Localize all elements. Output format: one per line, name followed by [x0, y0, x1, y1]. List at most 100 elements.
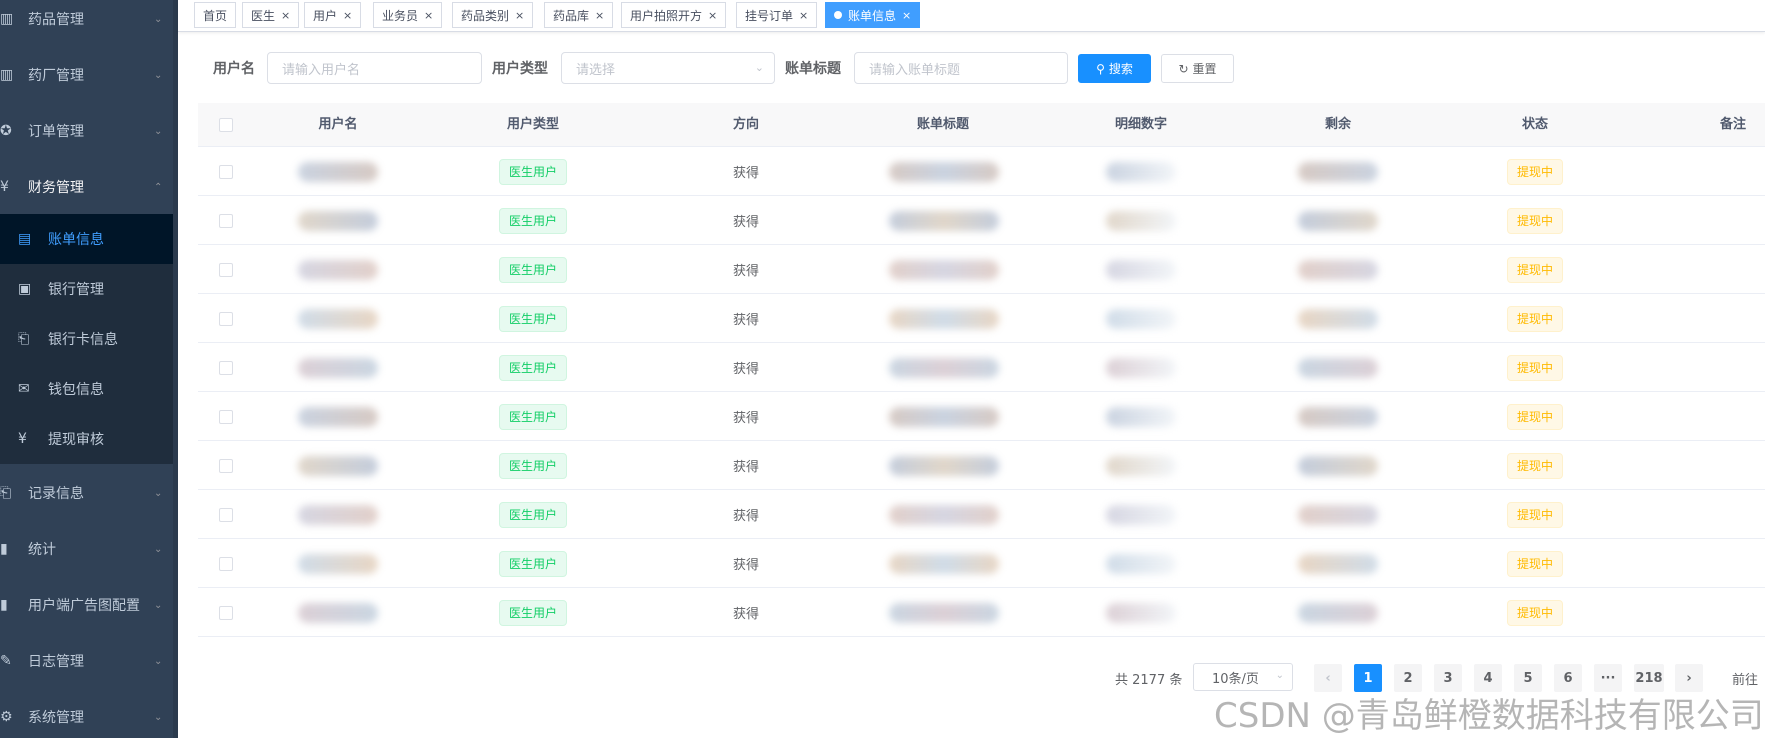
- bill-title-cell: [884, 588, 1004, 637]
- usertype-badge: 医生用户: [498, 403, 567, 430]
- search-button[interactable]: ⚲ 搜索: [1078, 54, 1151, 83]
- redacted-username: [298, 210, 378, 231]
- table-row[interactable]: 医生用户 获得 提现中: [198, 343, 1765, 392]
- usertype-placeholder: 请选择: [576, 62, 616, 78]
- menu-label: 记录信息: [28, 486, 84, 502]
- tag-home[interactable]: 首页: [194, 2, 237, 28]
- redacted-bill-title: [889, 308, 999, 329]
- submenu-wallet-info[interactable]: ✉ 钱包信息: [0, 364, 178, 414]
- username-input[interactable]: 请输入用户名: [267, 52, 482, 84]
- menu-finance-management[interactable]: ¥ 财务管理 ⌃: [0, 159, 178, 215]
- remaining-cell: [1298, 490, 1378, 539]
- menu-ad-config[interactable]: ▮ 用户端广告图配置 ⌄: [0, 577, 178, 633]
- reset-button[interactable]: ↻ 重置: [1161, 54, 1234, 83]
- close-icon[interactable]: ×: [902, 9, 911, 22]
- table-row[interactable]: 医生用户 获得 提现中: [198, 294, 1765, 343]
- redacted-remaining: [1298, 602, 1378, 623]
- menu-log-management[interactable]: ✎ 日志管理 ⌄: [0, 633, 178, 689]
- close-icon[interactable]: ×: [424, 9, 433, 22]
- bill-title-input[interactable]: 请输入账单标题: [854, 52, 1068, 84]
- direction-cell: 获得: [732, 607, 759, 622]
- row-checkbox[interactable]: [219, 605, 233, 620]
- submenu-bank-management[interactable]: ▣ 银行管理: [0, 264, 178, 314]
- remark-cell: [1668, 539, 1765, 588]
- table-row[interactable]: 医生用户 获得 提现中: [198, 245, 1765, 294]
- status-cell: 提现中: [1470, 196, 1600, 245]
- row-checkbox-cell: [198, 588, 254, 637]
- tag-registration-order[interactable]: 挂号订单 ×: [736, 2, 818, 28]
- settings-icon: ⚙: [0, 709, 13, 725]
- status-cell: 提现中: [1470, 490, 1600, 539]
- bill-title-cell: [884, 245, 1004, 294]
- select-all-checkbox[interactable]: [219, 118, 233, 132]
- submenu-bank-card-info[interactable]: ⎗ 银行卡信息: [0, 314, 178, 364]
- usertype-badge: 医生用户: [498, 305, 567, 332]
- tags-view: 首页 医生 × 用户 × 业务员 × 药品类别 × 药品库 × 用户拍照开方 ×…: [178, 0, 1765, 32]
- username-cell: [298, 343, 378, 392]
- menu-drug-management[interactable]: ▥ 药品管理 ⌄: [0, 0, 178, 47]
- status-cell: 提现中: [1470, 441, 1600, 490]
- remark-cell: [1668, 196, 1765, 245]
- remaining-cell: [1298, 294, 1378, 343]
- close-icon[interactable]: ×: [799, 9, 808, 22]
- tag-doctor[interactable]: 医生 ×: [242, 2, 300, 28]
- table-row[interactable]: 医生用户 获得 提现中: [198, 441, 1765, 490]
- usertype-cell: 医生用户: [468, 147, 598, 196]
- redacted-remaining: [1298, 210, 1378, 231]
- username-cell: [298, 294, 378, 343]
- tag-user[interactable]: 用户 ×: [304, 2, 362, 28]
- username-cell: [298, 245, 378, 294]
- bill-title-cell: [884, 343, 1004, 392]
- submenu-bill-info[interactable]: ▤ 账单信息: [0, 214, 178, 264]
- row-checkbox[interactable]: [219, 360, 233, 375]
- chevron-down-icon: ⌄: [754, 61, 764, 74]
- row-checkbox[interactable]: [219, 311, 233, 326]
- table-row[interactable]: 医生用户 获得 提现中: [198, 588, 1765, 637]
- close-icon[interactable]: ×: [708, 9, 717, 22]
- bill-icon: ▤: [18, 231, 32, 247]
- menu-order-management[interactable]: ✪ 订单管理 ⌄: [0, 103, 178, 159]
- page-size-select[interactable]: 10条/页 ⌄: [1193, 663, 1293, 691]
- status-badge: 提现中: [1506, 256, 1563, 283]
- table-row[interactable]: 医生用户 获得 提现中: [198, 539, 1765, 588]
- submenu-withdraw-review[interactable]: ¥ 提现审核: [0, 414, 178, 464]
- row-checkbox-cell: [198, 147, 254, 196]
- row-checkbox[interactable]: [219, 213, 233, 228]
- row-checkbox[interactable]: [219, 262, 233, 277]
- redacted-bill-title: [889, 602, 999, 623]
- menu-record-info[interactable]: ⎗ 记录信息 ⌄: [0, 465, 178, 521]
- close-icon[interactable]: ×: [281, 9, 290, 22]
- status-badge: 提现中: [1506, 403, 1563, 430]
- menu-factory-management[interactable]: ▥ 药厂管理 ⌄: [0, 47, 178, 103]
- row-checkbox[interactable]: [219, 164, 233, 179]
- sidebar-scrollbar[interactable]: [173, 0, 178, 738]
- table-row[interactable]: 医生用户 获得 提现中: [198, 392, 1765, 441]
- row-checkbox[interactable]: [219, 556, 233, 571]
- row-checkbox[interactable]: [219, 409, 233, 424]
- col-bill-title: 账单标题: [916, 117, 969, 132]
- redacted-bill-title: [889, 504, 999, 525]
- tag-drug-category[interactable]: 药品类别 ×: [452, 2, 534, 28]
- tag-salesman[interactable]: 业务员 ×: [373, 2, 443, 28]
- tag-photo-prescription[interactable]: 用户拍照开方 ×: [621, 2, 727, 28]
- menu-statistics[interactable]: ▮ 统计 ⌄: [0, 521, 178, 577]
- header-checkbox-cell: [198, 103, 254, 147]
- close-icon[interactable]: ×: [515, 9, 524, 22]
- close-icon[interactable]: ×: [343, 9, 352, 22]
- row-checkbox[interactable]: [219, 458, 233, 473]
- row-checkbox[interactable]: [219, 507, 233, 522]
- redacted-detail-amount: [1106, 161, 1176, 182]
- redacted-bill-title: [889, 210, 999, 231]
- remark-cell: [1668, 588, 1765, 637]
- menu-system-management[interactable]: ⚙ 系统管理 ⌄: [0, 689, 178, 738]
- usertype-select[interactable]: 请选择 ⌄: [561, 52, 775, 84]
- table-row[interactable]: 医生用户 获得 提现中: [198, 196, 1765, 245]
- close-icon[interactable]: ×: [595, 9, 604, 22]
- username-cell: [298, 490, 378, 539]
- tag-bill-info[interactable]: 账单信息 ×: [825, 2, 921, 28]
- menu-label: 日志管理: [28, 654, 84, 670]
- tag-drug-library[interactable]: 药品库 ×: [544, 2, 614, 28]
- row-checkbox-cell: [198, 441, 254, 490]
- table-row[interactable]: 医生用户 获得 提现中: [198, 147, 1765, 196]
- table-row[interactable]: 医生用户 获得 提现中: [198, 490, 1765, 539]
